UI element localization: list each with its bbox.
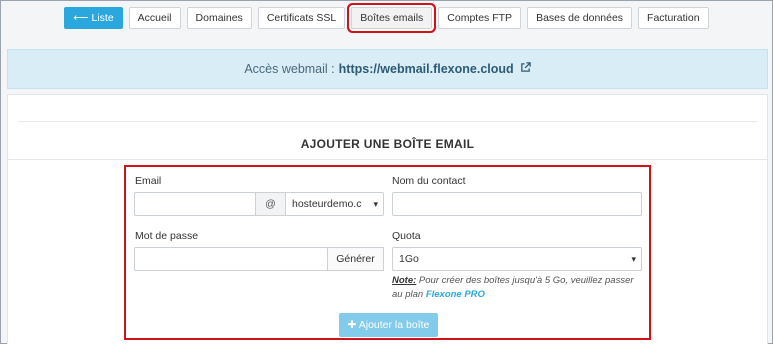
app-frame: ⟵ Liste Accueil Domaines Certificats SSL … — [0, 0, 773, 344]
tab-certificats-ssl[interactable]: Certificats SSL — [257, 7, 346, 29]
email-input[interactable] — [134, 192, 256, 216]
chevron-down-icon: ▾ — [631, 254, 636, 264]
contact-input[interactable] — [392, 192, 642, 216]
password-label: Mot de passe — [135, 230, 199, 242]
tab-liste[interactable]: ⟵ Liste — [64, 7, 123, 29]
tab-accueil[interactable]: Accueil — [128, 7, 181, 29]
add-mailbox-form: Email @ hosteurdemo.c ▾ Nom du contact M… — [124, 165, 651, 340]
tab-domaines[interactable]: Domaines — [186, 7, 252, 29]
submit-label: Ajouter la boîte — [358, 319, 430, 331]
domain-select[interactable]: hosteurdemo.c ▾ — [285, 192, 384, 216]
at-addon: @ — [255, 192, 286, 216]
divider — [18, 121, 757, 122]
tab-facturation[interactable]: Facturation — [638, 7, 709, 29]
quota-value: 1Go — [399, 253, 419, 265]
tab-bar: ⟵ Liste Accueil Domaines Certificats SSL … — [1, 7, 772, 29]
arrow-left-icon: ⟵ — [73, 12, 89, 24]
tab-bases-de-donnees[interactable]: Bases de données — [527, 7, 633, 29]
section-title: AJOUTER UNE BOÎTE EMAIL — [300, 137, 475, 151]
webmail-prefix: Accès webmail : — [244, 62, 335, 76]
note-prefix: Note: — [392, 275, 417, 286]
tab-comptes-ftp[interactable]: Comptes FTP — [438, 7, 522, 29]
add-mailbox-button[interactable]: ✚ Ajouter la boîte — [339, 313, 438, 337]
email-label: Email — [135, 175, 162, 187]
password-input[interactable] — [134, 247, 328, 271]
domain-value: hosteurdemo.c — [292, 198, 362, 210]
external-link-icon[interactable] — [520, 62, 531, 76]
chevron-down-icon: ▾ — [373, 199, 378, 209]
plan-link[interactable]: Flexone PRO — [426, 289, 485, 300]
quota-note: Note: Pour créer des boîtes jusqu'à 5 Go… — [392, 274, 644, 302]
webmail-link[interactable]: https://webmail.flexone.cloud — [339, 62, 514, 76]
quota-label: Quota — [392, 230, 421, 242]
contact-label: Nom du contact — [392, 175, 466, 187]
quota-select[interactable]: 1Go ▾ — [392, 247, 642, 271]
divider — [8, 159, 767, 160]
generate-button[interactable]: Générer — [327, 247, 384, 271]
webmail-banner: Accès webmail : https://webmail.flexone.… — [7, 49, 768, 89]
plus-icon: ✚ — [347, 319, 359, 331]
tab-label: Liste — [91, 12, 114, 24]
tab-boites-emails[interactable]: Boîtes emails — [351, 7, 433, 29]
